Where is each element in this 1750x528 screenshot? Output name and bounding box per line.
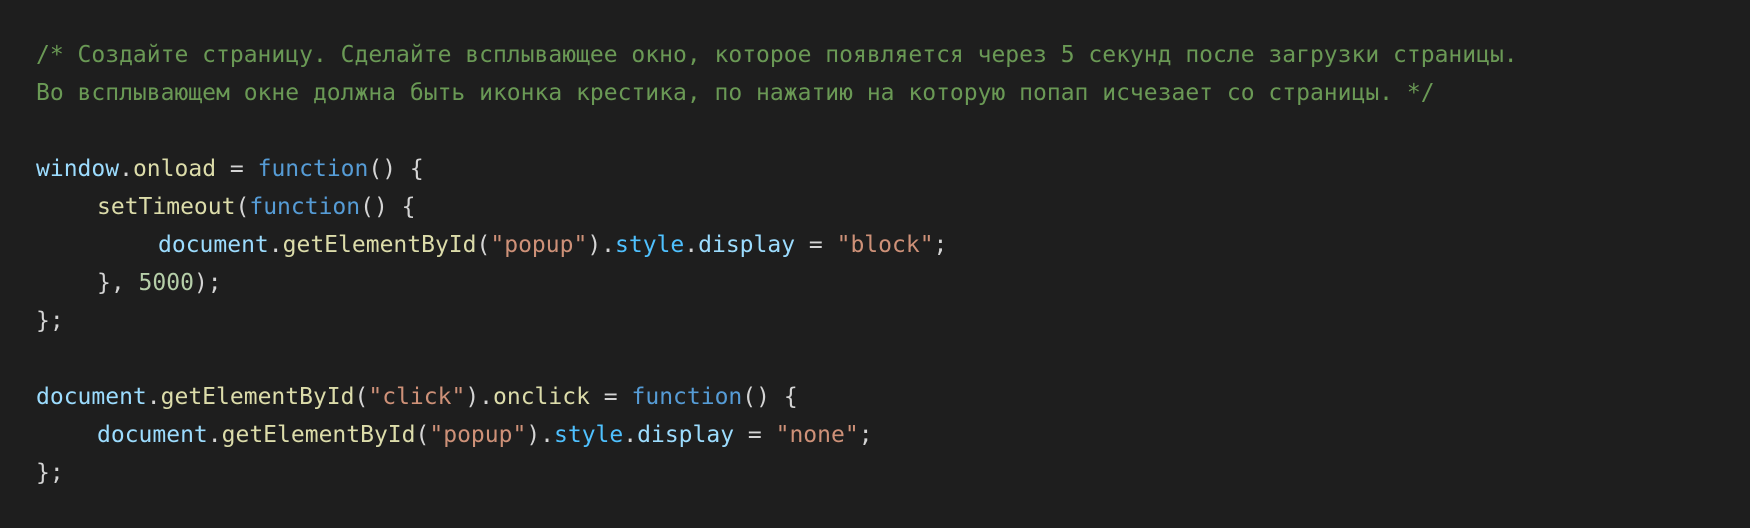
token-onclick: onclick: [493, 384, 590, 410]
token-none-string: "none": [775, 422, 859, 448]
code-line-5: setTimeout(function() {: [97, 194, 416, 220]
token-window: window: [36, 156, 120, 182]
token-popup-string: "popup": [429, 422, 527, 448]
code-editor[interactable]: /* Создайте страницу. Сделайте всплывающ…: [0, 0, 1750, 528]
token-function-kw: function: [257, 156, 369, 182]
token-popup-string: "popup": [490, 232, 588, 258]
code-line-2: Во всплывающем окне должна быть иконка к…: [36, 74, 1750, 112]
token-settimeout: setTimeout: [97, 194, 236, 220]
code-line-12: };: [36, 460, 64, 486]
token-click-string: "click": [368, 384, 466, 410]
token-document: document: [36, 384, 147, 410]
code-line-3-empty: [36, 112, 1750, 150]
token-style: style: [554, 422, 624, 448]
token-onload: onload: [132, 156, 217, 182]
token-block-string: "block": [836, 232, 934, 258]
code-line-9-empty: [36, 340, 1750, 378]
code-line-11: document.getElementById("popup").style.d…: [97, 422, 873, 448]
token-delay-number: 5000: [138, 270, 194, 296]
token-display: display: [698, 232, 796, 258]
comment-text-2: Во всплывающем окне должна быть иконка к…: [36, 80, 1435, 106]
token-getelementbyid: getElementById: [221, 422, 416, 448]
code-line-8: };: [36, 308, 64, 334]
token-function-kw: function: [631, 384, 743, 410]
code-line-6: document.getElementById("popup").style.d…: [158, 232, 948, 258]
token-getelementbyid: getElementById: [282, 232, 477, 258]
code-line-4: window.onload = function() {: [36, 156, 424, 182]
code-line-7: }, 5000);: [97, 270, 222, 296]
token-function-kw: function: [249, 194, 361, 220]
token-document: document: [97, 422, 208, 448]
token-document: document: [158, 232, 269, 258]
code-line-1: /* Создайте страницу. Сделайте всплывающ…: [36, 36, 1750, 74]
token-style: style: [615, 232, 685, 258]
token-display: display: [637, 422, 735, 448]
comment-text-1: /* Создайте страницу. Сделайте всплывающ…: [36, 42, 1518, 68]
code-line-10: document.getElementById("click").onclick…: [36, 384, 798, 410]
token-getelementbyid: getElementById: [160, 384, 355, 410]
